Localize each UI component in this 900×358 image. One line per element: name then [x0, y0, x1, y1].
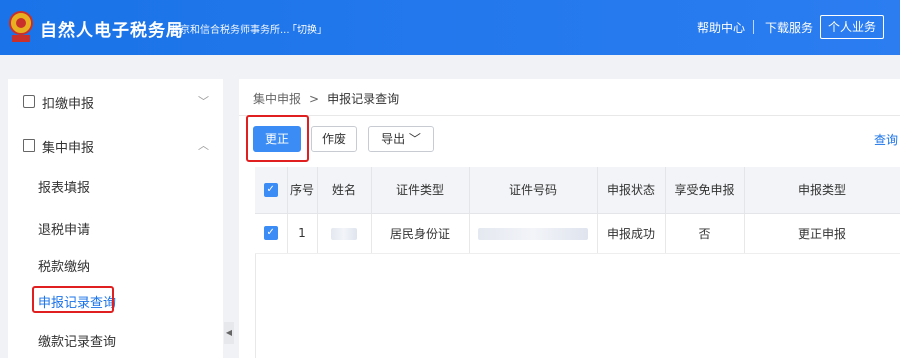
table-header-row: ✓ 序号 姓名 证件类型 证件号码 申报状态 享受免申报 申报类型 — [255, 167, 900, 214]
help-center-link[interactable]: 帮助中心 — [697, 19, 745, 36]
cell-name-redacted — [317, 213, 372, 254]
sidebar-collapse-toggle[interactable]: ◀ — [224, 322, 234, 344]
sidebar-group-label: 扣缴申报 — [42, 97, 95, 112]
cell-status: 申报成功 — [597, 213, 666, 254]
main-panel: 集中申报 > 申报记录查询 更正 作废 导出 ﹀ 查询 ✓ 序号 姓名 证件类型 证… — [239, 79, 900, 358]
app-title: 自然人电子税务局 — [40, 21, 184, 41]
column-header: 姓名 — [317, 167, 372, 214]
column-header: 序号 — [287, 167, 318, 214]
sidebar: 扣缴申报 ﹀ 集中申报 ︿ 报表填报 退税申请 税款缴纳 申报记录查询 缴款记录… — [8, 79, 223, 358]
org-name: 北京和信合税务师事务所... — [170, 25, 290, 36]
personal-business-button[interactable]: 个人业务 — [820, 15, 884, 39]
sidebar-item-refund[interactable]: 退税申请 — [38, 219, 90, 238]
table-row[interactable]: ✓ 1 居民身份证 申报成功 否 更正申报 — [255, 213, 900, 254]
column-header: 申报类型 — [744, 167, 900, 214]
switch-org-link[interactable]: 「切换」 — [287, 21, 327, 36]
sidebar-group-centralized[interactable]: 集中申报 ︿ — [8, 123, 223, 167]
highlight-box — [32, 286, 114, 313]
download-service-link[interactable]: 下载服务 — [765, 19, 813, 36]
table-empty-area — [255, 254, 900, 358]
breadcrumb-current: 申报记录查询 — [327, 92, 400, 106]
sidebar-item-tax-payment[interactable]: 税款缴纳 — [38, 256, 90, 275]
cell-id-type: 居民身份证 — [371, 213, 470, 254]
chevron-up-icon: ︿ — [198, 139, 209, 152]
breadcrumb-root[interactable]: 集中申报 — [253, 92, 301, 106]
query-link[interactable]: 查询 — [874, 131, 898, 148]
sidebar-group-label: 集中申报 — [42, 141, 95, 156]
form-icon — [23, 95, 35, 108]
breadcrumb-separator: > — [309, 92, 320, 106]
check-icon: ✓ — [263, 183, 278, 197]
column-header: 证件号码 — [469, 167, 598, 214]
records-table: ✓ 序号 姓名 证件类型 证件号码 申报状态 享受免申报 申报类型 ✓ 1 居民… — [255, 167, 900, 254]
document-icon — [23, 139, 35, 152]
sidebar-item-report-fill[interactable]: 报表填报 — [38, 177, 90, 196]
divider — [239, 115, 900, 116]
sidebar-item-payment-records[interactable]: 缴款记录查询 — [38, 331, 116, 350]
header-divider — [753, 20, 754, 34]
row-checkbox[interactable]: ✓ — [255, 213, 288, 254]
tax-bureau-logo — [9, 11, 33, 42]
column-header: 享受免申报 — [665, 167, 745, 214]
sidebar-group-withholding[interactable]: 扣缴申报 ﹀ — [8, 79, 223, 123]
cell-id-number-redacted — [469, 213, 598, 254]
check-icon: ✓ — [263, 226, 278, 241]
redacted-id-number — [478, 227, 588, 240]
select-all-checkbox[interactable]: ✓ — [255, 167, 288, 214]
highlight-box — [246, 115, 309, 162]
top-header: 自然人电子税务局 北京和信合税务师事务所... 「切换」 帮助中心 下载服务 个… — [0, 0, 900, 55]
column-header: 证件类型 — [371, 167, 470, 214]
export-button[interactable]: 导出 ﹀ — [368, 126, 434, 152]
breadcrumb: 集中申报 > 申报记录查询 — [253, 90, 399, 107]
redacted-name — [331, 227, 357, 240]
cell-declaration-type: 更正申报 — [744, 213, 900, 254]
column-header: 申报状态 — [597, 167, 666, 214]
void-button[interactable]: 作废 — [311, 126, 357, 152]
cell-index: 1 — [287, 213, 318, 254]
chevron-down-icon: ﹀ — [198, 95, 209, 108]
cell-exempt: 否 — [665, 213, 745, 254]
